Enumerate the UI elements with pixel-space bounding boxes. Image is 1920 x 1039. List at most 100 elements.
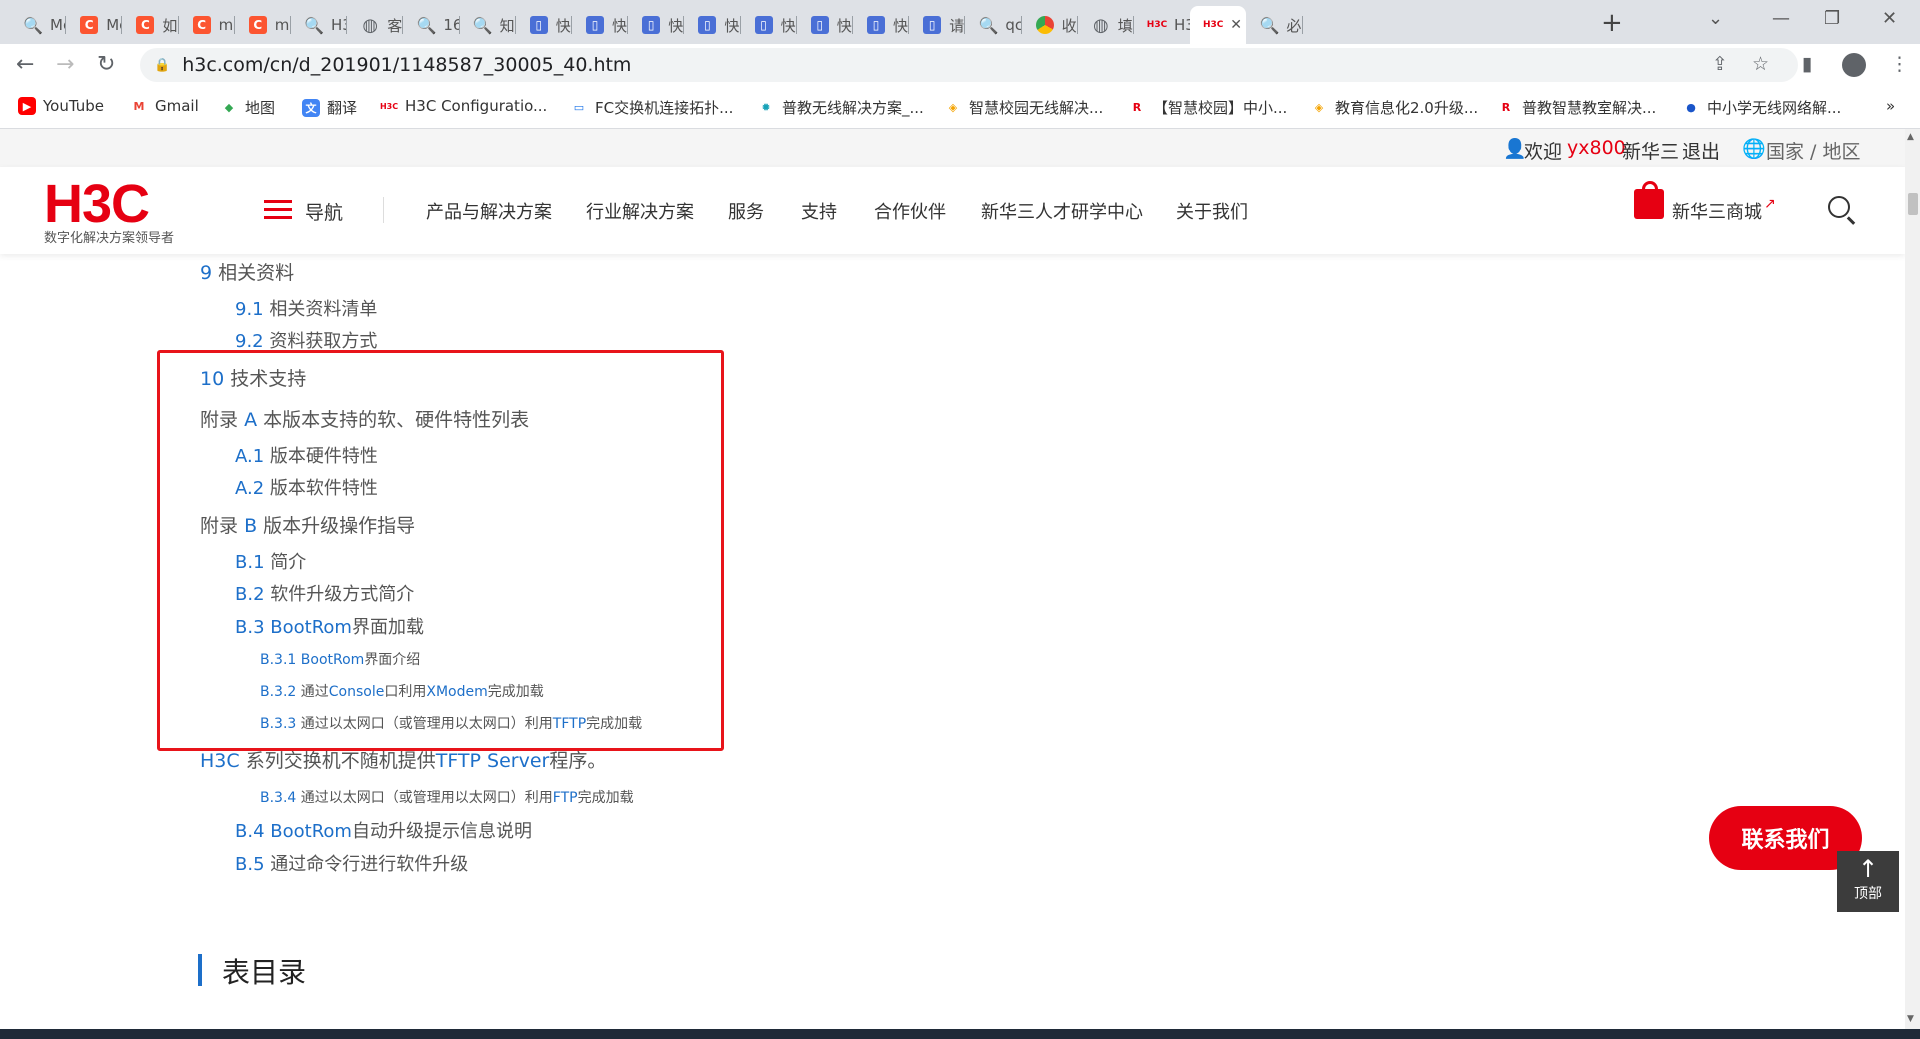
bookmark-item[interactable]: R 普教智慧教室解决... — [1497, 97, 1657, 118]
restore-icon[interactable]: ❐ — [1824, 8, 1840, 29]
browser-tab[interactable]: ▯ 快 — [684, 6, 741, 44]
translate-icon: 文 — [302, 98, 320, 117]
doc-icon: ▯ — [642, 16, 661, 34]
tab-title: qc — [1005, 16, 1022, 34]
browser-tab[interactable]: ▯ 快 — [797, 6, 853, 44]
tab-separator — [1301, 16, 1303, 34]
browser-tab[interactable]: ◍ 客 — [347, 6, 404, 44]
toc-item-9-1[interactable]: 9.1 相关资料清单 — [235, 295, 377, 321]
browser-tab[interactable]: ◍ 填 — [1078, 6, 1134, 44]
browser-tab[interactable]: Cmc — [179, 6, 235, 44]
browser-tab[interactable]: C Mc — [66, 6, 123, 44]
browser-tab[interactable]: ▯ 快 — [572, 6, 629, 44]
tab-title: 快 — [612, 16, 628, 35]
back-icon[interactable]: ← — [16, 52, 34, 77]
browser-tab[interactable]: 收 — [1022, 6, 1078, 44]
mall-link[interactable]: 新华三商城 — [1672, 198, 1762, 224]
bookmark-item[interactable]: ◈ 智慧校园无线解决... — [944, 97, 1104, 118]
toc-item-9[interactable]: 9 相关资料 — [200, 258, 294, 285]
side-panel-icon[interactable]: ▮ — [1802, 53, 1812, 75]
page-scrollbar[interactable] — [1905, 129, 1920, 1029]
browser-tab[interactable]: 🔍 必 — [1246, 6, 1303, 44]
logout-link[interactable]: 退出 — [1682, 137, 1720, 164]
bookmark-item[interactable]: ▭ FC交换机连接拓扑... — [570, 97, 734, 118]
url-text[interactable]: h3c.com/cn/d_201901/1148587_30005_40.htm — [182, 54, 631, 76]
bookmarks-more-button[interactable]: » — [1886, 97, 1895, 115]
scroll-down-icon[interactable]: ▼ — [1907, 1014, 1914, 1024]
menu-talent-center[interactable]: 新华三人才研学中心 — [981, 198, 1143, 224]
bookmark-item[interactable]: 文翻译 — [302, 97, 357, 118]
forward-icon[interactable]: → — [56, 52, 74, 77]
bookmark-item[interactable]: M Gmail — [130, 97, 199, 115]
browser-tab[interactable]: ▯ 快 — [628, 6, 685, 44]
scroll-up-icon[interactable]: ▲ — [1907, 132, 1914, 142]
section-accent-bar — [198, 954, 202, 986]
new-tab-button[interactable]: + — [1601, 8, 1623, 38]
tab-title: Mc — [106, 16, 122, 34]
ruijie-icon: R — [1132, 101, 1142, 114]
close-window-icon[interactable]: ✕ — [1882, 8, 1897, 29]
chrome-icon — [1035, 16, 1054, 34]
shopping-bag-icon[interactable] — [1634, 181, 1664, 219]
doc-icon: ▯ — [810, 16, 829, 34]
menu-about[interactable]: 关于我们 — [1176, 198, 1248, 224]
chevron-down-icon[interactable]: ⌄ — [1708, 8, 1723, 29]
menu-service[interactable]: 服务 — [728, 198, 764, 224]
address-bar[interactable]: 🔒 h3c.com/cn/d_201901/1148587_30005_40.h… — [140, 48, 1798, 82]
scrollbar-thumb[interactable] — [1908, 193, 1918, 215]
lock-icon: 🔒 — [154, 57, 171, 73]
os-taskbar — [0, 1029, 1920, 1039]
menu-partners[interactable]: 合作伙伴 — [874, 198, 946, 224]
hamburger-icon[interactable] — [264, 200, 292, 220]
toc-item-b-5[interactable]: B.5 通过命令行进行软件升级 — [235, 850, 468, 876]
browser-tab[interactable]: ▯ 快 — [516, 6, 572, 44]
csdn-icon: C — [80, 16, 99, 34]
doc-icon: ▯ — [923, 16, 942, 34]
browser-tab[interactable]: ▯ 快 — [741, 6, 797, 44]
menu-industry[interactable]: 行业解决方案 — [586, 198, 694, 224]
h3c-logo[interactable]: H3C — [44, 173, 150, 235]
username-link[interactable]: yx800 — [1567, 137, 1626, 159]
bookmark-item[interactable]: R 【智慧校园】中小... — [1128, 97, 1288, 118]
bookmark-item[interactable]: ✹ 普教无线解决方案_... — [757, 97, 923, 118]
tab-title: 快 — [836, 16, 852, 35]
browser-tab[interactable]: H3C H3 — [1134, 6, 1190, 44]
menu-support[interactable]: 支持 — [801, 198, 837, 224]
nav-menu-button[interactable]: 导航 — [305, 198, 343, 225]
menu-products[interactable]: 产品与解决方案 — [426, 198, 552, 224]
tv-icon: ▭ — [573, 101, 585, 114]
menu-dots-icon[interactable]: ⋮ — [1890, 53, 1909, 75]
bookmark-star-icon[interactable]: ☆ — [1752, 53, 1769, 75]
region-selector[interactable]: 国家 / 地区 — [1766, 137, 1860, 164]
share-icon[interactable]: ⇪ — [1712, 53, 1728, 75]
bookmark-item[interactable]: ▶ YouTube — [18, 97, 104, 115]
search-icon[interactable] — [1828, 196, 1850, 218]
profile-avatar[interactable] — [1842, 53, 1866, 77]
browser-tab[interactable]: 🔍 H3 — [291, 6, 348, 44]
tab-title: 必 — [1286, 16, 1302, 35]
browser-tab[interactable]: Cmc — [235, 6, 291, 44]
browser-tab[interactable]: 🔍 Mc — [10, 6, 67, 44]
toc-item-b-4[interactable]: B.4 BootRom自动升级提示信息说明 — [235, 817, 532, 843]
bookmark-item[interactable]: H3C H3C Configuratio... — [380, 97, 547, 115]
back-to-top-button[interactable]: ↑ 顶部 — [1837, 851, 1899, 912]
csdn-icon: C — [192, 16, 211, 34]
browser-tab[interactable]: C如 — [122, 6, 179, 44]
tab-title: 快 — [555, 16, 571, 35]
browser-tab[interactable]: 🔍 知 — [460, 6, 516, 44]
reload-icon[interactable]: ↻ — [97, 52, 115, 77]
doc-icon: ▯ — [867, 16, 885, 34]
browser-tab[interactable]: 🔍 qc — [965, 6, 1022, 44]
browser-tab[interactable]: ▯ 快 — [853, 6, 910, 44]
browser-tab[interactable]: ▯ 请 — [909, 6, 966, 44]
logo-tagline: 数字化解决方案领导者 — [44, 231, 175, 246]
minimize-icon[interactable]: — — [1772, 8, 1790, 29]
bookmark-item[interactable]: ● 中小学无线网络解... — [1682, 97, 1841, 118]
close-tab-icon[interactable]: ✕ — [1230, 17, 1242, 33]
bookmark-item[interactable]: ◆ 地图 — [220, 97, 275, 118]
browser-tab[interactable]: 🔍 16 — [403, 6, 460, 44]
toc-item-b-3-4[interactable]: B.3.4 通过以太网口（或管理用以太网口）利用FTP完成加载 — [260, 787, 634, 807]
bookmark-item[interactable]: ◈ 教育信息化2.0升级... — [1310, 97, 1478, 118]
tab-title: mc — [218, 16, 235, 34]
browser-tab[interactable]: H3C ✕ — [1190, 6, 1247, 44]
